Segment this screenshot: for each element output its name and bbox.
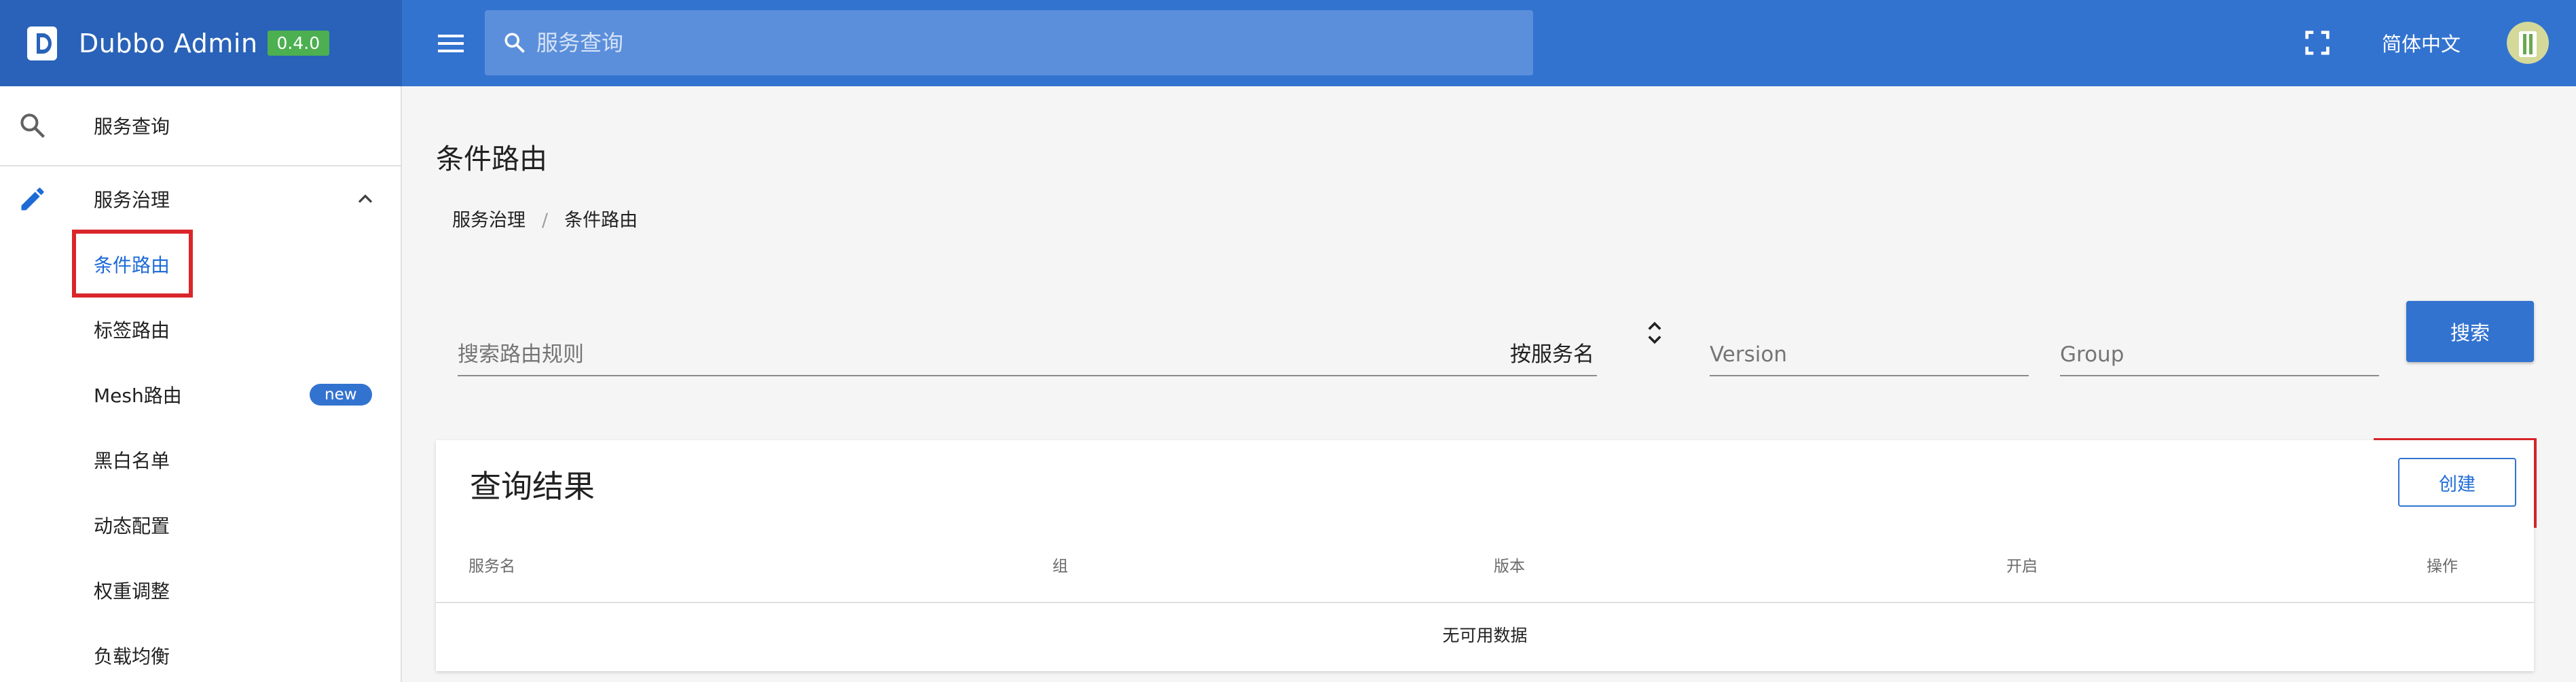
- dubbo-logo-icon: [27, 26, 57, 60]
- sidebar-item-tag-route[interactable]: 标签路由: [0, 297, 401, 362]
- menu-icon[interactable]: [436, 30, 466, 57]
- sidebar-item-dynamic-config[interactable]: 动态配置: [0, 492, 401, 558]
- highlight-box-condition-route: [72, 230, 193, 298]
- breadcrumb-separator: /: [542, 210, 549, 231]
- search-icon: [504, 33, 525, 53]
- sidebar-item-service-search[interactable]: 服务查询: [0, 86, 401, 166]
- sidebar-item-load-balance[interactable]: 负载均衡: [0, 623, 401, 682]
- sidebar-item-label: 权重调整: [94, 580, 170, 603]
- app-title: Dubbo Admin: [79, 28, 258, 58]
- version-badge: 0.4.0: [267, 31, 330, 56]
- sidebar-group-governance[interactable]: 服务治理: [0, 166, 401, 232]
- language-selector[interactable]: 简体中文: [2382, 29, 2461, 57]
- search-button[interactable]: 搜索: [2406, 301, 2534, 362]
- sidebar-item-mesh-route[interactable]: Mesh路由 new: [0, 362, 401, 427]
- app-bar: Dubbo Admin 0.4.0 简体中文: [0, 0, 2576, 86]
- search-type-select[interactable]: 按服务名: [1510, 337, 1594, 367]
- breadcrumb-item[interactable]: 服务治理: [452, 210, 526, 231]
- sidebar-item-label: 服务查询: [94, 115, 170, 138]
- create-button[interactable]: 创建: [2398, 458, 2516, 507]
- table-divider: [436, 602, 2534, 603]
- group-input[interactable]: [2060, 336, 2379, 374]
- pencil-icon: [21, 187, 44, 211]
- column-header-version[interactable]: 版本: [1494, 553, 1525, 576]
- global-search[interactable]: [485, 10, 1533, 75]
- empty-state-text: 无可用数据: [1442, 626, 1528, 645]
- global-search-input[interactable]: [536, 30, 1487, 56]
- results-card: 查询结果 创建 服务名 组 版本 开启 操作 无可用数据: [436, 440, 2534, 671]
- sidebar-item-label: 服务治理: [94, 189, 170, 211]
- avatar[interactable]: [2507, 22, 2549, 64]
- version-input[interactable]: [1710, 336, 2029, 374]
- sidebar-item-label: Mesh路由: [94, 384, 182, 407]
- column-header-service[interactable]: 服务名: [468, 553, 515, 576]
- brand: Dubbo Admin 0.4.0: [0, 0, 402, 86]
- column-header-group[interactable]: 组: [1052, 553, 1068, 576]
- results-title: 查询结果: [470, 468, 595, 505]
- column-header-enabled[interactable]: 开启: [2006, 553, 2038, 576]
- column-header-operation: 操作: [2427, 558, 2458, 575]
- unfold-icon[interactable]: [1643, 318, 1666, 348]
- new-badge: new: [310, 384, 372, 406]
- sidebar-item-condition-route[interactable]: 条件路由: [0, 232, 401, 297]
- version-field[interactable]: [1710, 336, 2029, 376]
- sidebar-item-label: 负载均衡: [94, 645, 170, 668]
- sidebar-item-label: 标签路由: [94, 319, 170, 342]
- group-field[interactable]: [2060, 336, 2379, 376]
- page-title: 条件路由: [436, 143, 547, 175]
- sidebar-item-label: 动态配置: [94, 515, 170, 537]
- route-rule-search-input[interactable]: [458, 336, 1597, 374]
- breadcrumb: 服务治理 / 条件路由: [452, 205, 638, 232]
- sidebar-item-label: 黑白名单: [94, 450, 170, 472]
- chevron-up-icon[interactable]: [353, 187, 378, 211]
- breadcrumb-item: 条件路由: [564, 210, 638, 231]
- sidebar: 服务查询 服务治理 条件路由 标签路由 Mesh路由 new 黑白名单 动态配置…: [0, 86, 402, 682]
- search-icon: [20, 113, 45, 139]
- sidebar-item-weight[interactable]: 权重调整: [0, 558, 401, 623]
- fullscreen-icon[interactable]: [2302, 27, 2333, 58]
- sidebar-item-access-control[interactable]: 黑白名单: [0, 427, 401, 492]
- route-rule-search-field[interactable]: [458, 336, 1597, 376]
